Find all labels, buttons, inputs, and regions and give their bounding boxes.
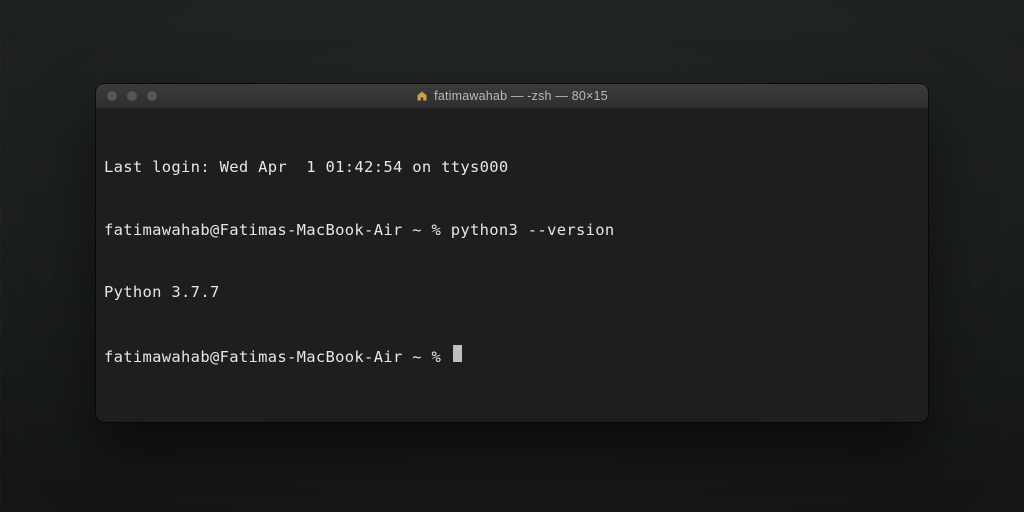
window-title-text: fatimawahab — -zsh — 80×15 (434, 89, 608, 103)
prompt-line-2: fatimawahab@Fatimas-MacBook-Air ~ % (104, 345, 920, 368)
command-output: Python 3.7.7 (104, 282, 920, 303)
text-cursor (453, 345, 462, 362)
last-login-line: Last login: Wed Apr 1 01:42:54 on ttys00… (104, 157, 920, 178)
window-titlebar[interactable]: fatimawahab — -zsh — 80×15 (96, 84, 928, 109)
home-icon (416, 90, 428, 102)
zoom-button[interactable] (146, 90, 158, 102)
prompt-line-1: fatimawahab@Fatimas-MacBook-Air ~ % pyth… (104, 220, 920, 241)
window-title: fatimawahab — -zsh — 80×15 (96, 89, 928, 103)
command-text: python3 --version (451, 220, 615, 241)
close-button[interactable] (106, 90, 118, 102)
shell-prompt: fatimawahab@Fatimas-MacBook-Air ~ % (104, 347, 451, 368)
minimize-button[interactable] (126, 90, 138, 102)
window-controls (96, 90, 158, 102)
terminal-body[interactable]: Last login: Wed Apr 1 01:42:54 on ttys00… (96, 109, 928, 418)
terminal-window: fatimawahab — -zsh — 80×15 Last login: W… (96, 84, 928, 422)
shell-prompt: fatimawahab@Fatimas-MacBook-Air ~ % (104, 220, 451, 241)
